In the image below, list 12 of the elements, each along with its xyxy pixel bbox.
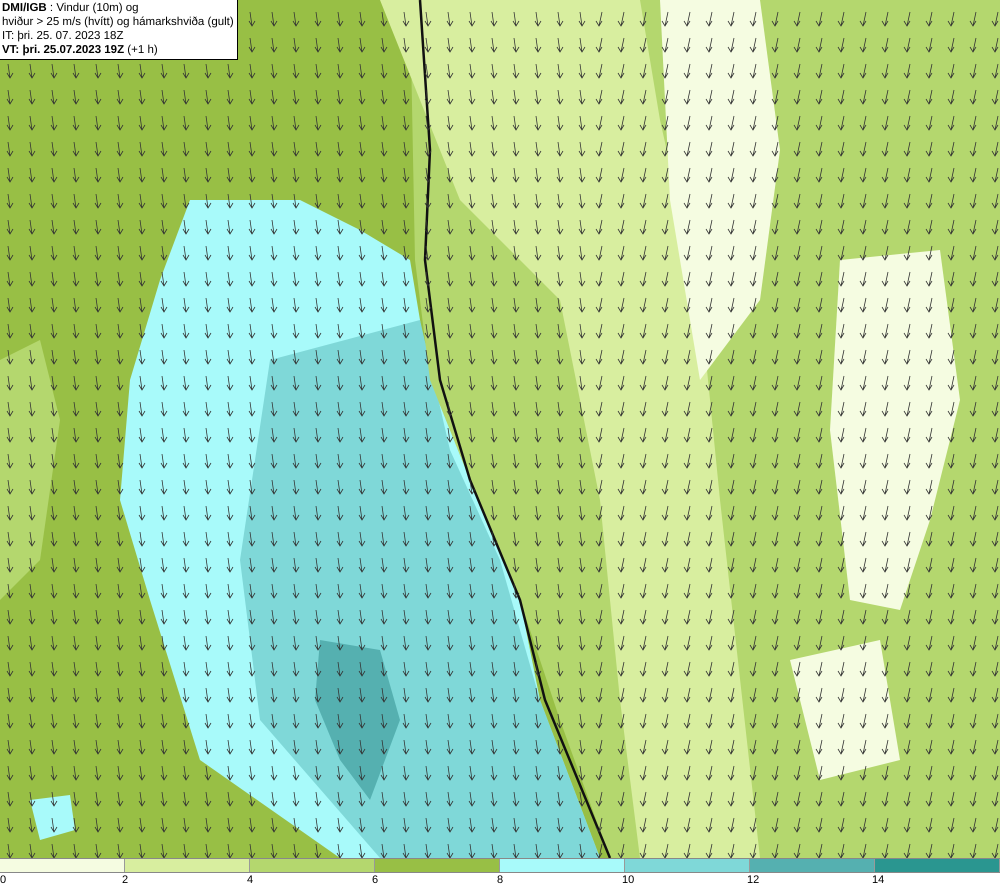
tick-label: 8 [497,873,504,887]
legend-text: hviður > 25 m/s (hvítt) og hámarkshviða (gult) [2,15,234,29]
tick-label: 6 [372,873,378,887]
legend-text: VT: þri. 25.07.2023 19Z (+1 h) [2,43,159,57]
tick-label: 12 [747,873,760,887]
legend-text: IT: þri. 25. 07. 2023 18Z [2,29,124,43]
legend-text: DMI/IGB : Vindur (10m) og [2,1,140,15]
tick-label: 14 [872,873,884,887]
tick-label: 4 [247,873,254,887]
tick-label: 0 [0,873,6,887]
tick-label: 10 [622,873,634,887]
tick-label: 2 [122,873,128,887]
